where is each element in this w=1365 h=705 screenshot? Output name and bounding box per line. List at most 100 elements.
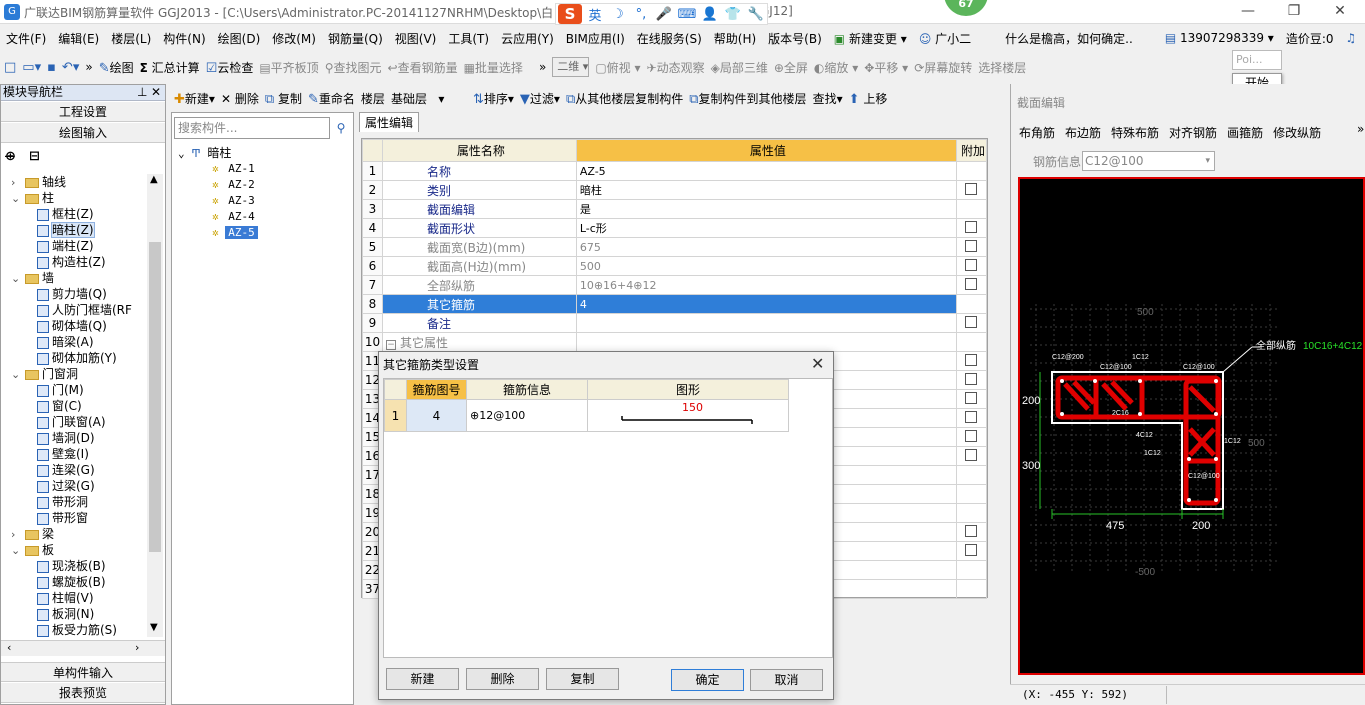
minimize-button[interactable]: — [1225,0,1271,24]
scroll-thumb[interactable] [149,242,161,552]
tree-item[interactable]: 砌体墙(Q) [1,318,147,334]
edge-rebar-button[interactable]: 布边筋 [1065,124,1101,141]
component-item[interactable]: ✲ AZ-5 [178,225,348,241]
attach-cell[interactable] [955,256,988,276]
collapse-box-icon[interactable]: − [385,339,396,350]
expand-toggle-icon[interactable]: ⌄ [11,191,25,207]
floor-select[interactable]: 基础层 ▾ [391,90,467,107]
tree-item[interactable]: 暗梁(A) [1,334,147,350]
tree-item[interactable]: 现浇板(B) [1,558,147,574]
attach-cell[interactable] [955,389,988,409]
attach-checkbox[interactable] [965,220,978,233]
scroll-down-icon[interactable]: ▼ [150,622,158,633]
dialog-copy-button[interactable]: 复制 [546,668,619,690]
component-item[interactable]: ✲ AZ-4 [178,209,348,225]
tree-item[interactable]: 端柱(Z) [1,238,147,254]
tree-item[interactable]: 螺旋板(B) [1,574,147,590]
modify-longitudinal-button[interactable]: 修改纵筋 [1273,124,1321,141]
attach-checkbox[interactable] [965,182,978,195]
property-row[interactable]: 1 名称 AZ-5 [362,161,988,181]
scroll-right-icon[interactable]: › [135,641,139,654]
tree-folder[interactable]: ⌄ 墙 [1,270,147,286]
component-item[interactable]: ✲ AZ-2 [178,177,348,193]
menu-help[interactable]: 帮助(H) [708,30,762,47]
dynamic-view-button[interactable]: ✈动态观察 [647,59,705,76]
project-settings-button[interactable]: 工程设置 [1,102,165,122]
property-row[interactable]: 8 其它箍筋 4 [362,294,988,314]
new-component-button[interactable]: ✚新建▾ [174,90,215,107]
attach-checkbox[interactable] [965,448,978,461]
menu-rebar[interactable]: 钢筋量(Q) [322,30,389,47]
attach-checkbox[interactable] [965,543,978,556]
property-row[interactable]: 7 全部纵筋 10⊕16+4⊕12 [362,275,988,295]
popup-top-tab[interactable]: Poi... [1232,50,1282,70]
attach-checkbox[interactable] [965,353,978,366]
align-rebar-button[interactable]: 对齐钢筋 [1169,124,1217,141]
dropdown-arrow-icon[interactable]: ▾ [1205,152,1210,170]
menu-tools[interactable]: 工具(T) [442,30,495,47]
drawing-input-button[interactable]: 绘图输入 [1,123,165,143]
attach-cell[interactable] [955,427,988,447]
tree-item[interactable]: 带形窗 [1,510,147,526]
sort-button[interactable]: ⇅排序▾ [473,90,514,107]
dialog-delete-button[interactable]: 删除 [466,668,539,690]
tree-item[interactable]: 窗(C) [1,398,147,414]
copy-to-floor-button[interactable]: ⧉复制构件到其他楼层 [689,90,806,107]
rename-button[interactable]: ✎重命名 [308,90,355,107]
keyboard-icon[interactable]: ⌨ [677,7,697,22]
tree-item[interactable]: 连梁(G) [1,462,147,478]
single-component-input-button[interactable]: 单构件输入 [1,662,165,682]
tab-property-edit[interactable]: 属性编辑 [359,112,419,132]
component-item[interactable]: ✲ AZ-3 [178,193,348,209]
question-link[interactable]: 什么是檐高，如何确定.. [999,30,1139,47]
tree-item[interactable]: 柱帽(V) [1,590,147,606]
property-row[interactable]: 6 截面高(H边)(mm) 500 [362,256,988,276]
more-chevron-icon[interactable]: » [1357,122,1364,136]
attach-cell[interactable] [955,351,988,371]
align-slab-button[interactable]: ▤平齐板顶 [259,59,318,76]
tree-item[interactable]: 板洞(N) [1,606,147,622]
menu-modify[interactable]: 修改(M) [266,30,322,47]
corner-rebar-button[interactable]: 布角筋 [1019,124,1055,141]
menu-edit[interactable]: 编辑(E) [52,30,105,47]
tree-item[interactable]: 构造柱(Z) [1,254,147,270]
expand-toggle-icon[interactable]: ⌄ [11,367,25,383]
stirrup-shape-cell[interactable]: 150 [587,399,789,432]
microphone-icon[interactable]: 🎤 [654,7,674,22]
tree-item[interactable]: 带形洞 [1,494,147,510]
tree-item[interactable]: 门联窗(A) [1,414,147,430]
menu-view[interactable]: 视图(V) [389,30,443,47]
tree-item[interactable]: 砌体加筋(Y) [1,350,147,366]
account-button[interactable]: ▤ 13907298339 ▾ [1159,31,1280,45]
zoom-button[interactable]: ◐缩放 ▾ [814,59,858,76]
tree-folder[interactable]: › 轴线 [1,174,147,190]
attach-checkbox[interactable] [965,429,978,442]
property-value[interactable]: 500 [575,256,957,276]
more-chevron-icon[interactable]: » [85,60,92,74]
tree-folder[interactable]: ⌄ 板 [1,542,147,558]
maximize-button[interactable]: ❐ [1271,0,1317,24]
new-file-icon[interactable]: □ [4,60,16,75]
ime-mode[interactable]: 英 [585,5,605,24]
ime-toolbar[interactable]: S 英 ☽ °, 🎤 ⌨ 👤 👕 🔧 [555,3,768,25]
delete-component-button[interactable]: ✕ 删除 [221,90,259,107]
menu-online[interactable]: 在线服务(S) [631,30,708,47]
tree-folder[interactable]: ⌄ 柱 [1,190,147,206]
fullscreen-button[interactable]: ⊕全屏 [774,59,808,76]
property-value[interactable] [575,332,957,352]
menu-cloud[interactable]: 云应用(Y) [495,30,560,47]
move-up-button[interactable]: ⬆ 上移 [849,90,888,107]
attach-checkbox[interactable] [965,277,978,290]
tree-item[interactable]: 剪力墙(Q) [1,286,147,302]
attach-checkbox[interactable] [965,315,978,328]
batch-select-button[interactable]: ▦批量选择 [464,59,523,76]
dialog-ok-button[interactable]: 确定 [671,669,744,691]
collapse-all-icon[interactable]: ⊟ [29,149,40,164]
wrench-icon[interactable]: 🔧 [746,7,766,22]
scroll-up-icon[interactable]: ▲ [150,174,158,185]
menu-floor[interactable]: 楼层(L) [105,30,157,47]
tree-item[interactable]: 框柱(Z) [1,206,147,222]
notification-badge[interactable]: 67 [944,0,988,16]
rotate-button[interactable]: ⟳屏幕旋转 [914,59,972,76]
attach-cell[interactable] [955,218,988,238]
